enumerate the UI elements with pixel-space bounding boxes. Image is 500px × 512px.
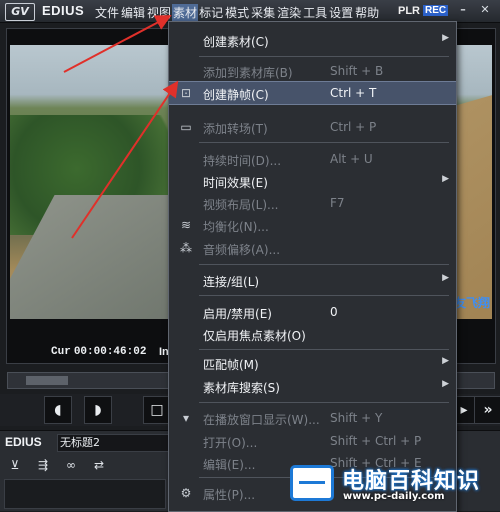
watermark-url: www.pc-daily.com: [343, 491, 445, 502]
monitor-logo-icon: [290, 465, 334, 501]
annotation-arrows: [63, 15, 179, 239]
site-watermark: 电脑百科知识 www.pc-daily.com: [290, 461, 496, 507]
annotation-arrow-to-menu: [63, 15, 172, 73]
annotation-arrow-to-item: [71, 80, 179, 239]
